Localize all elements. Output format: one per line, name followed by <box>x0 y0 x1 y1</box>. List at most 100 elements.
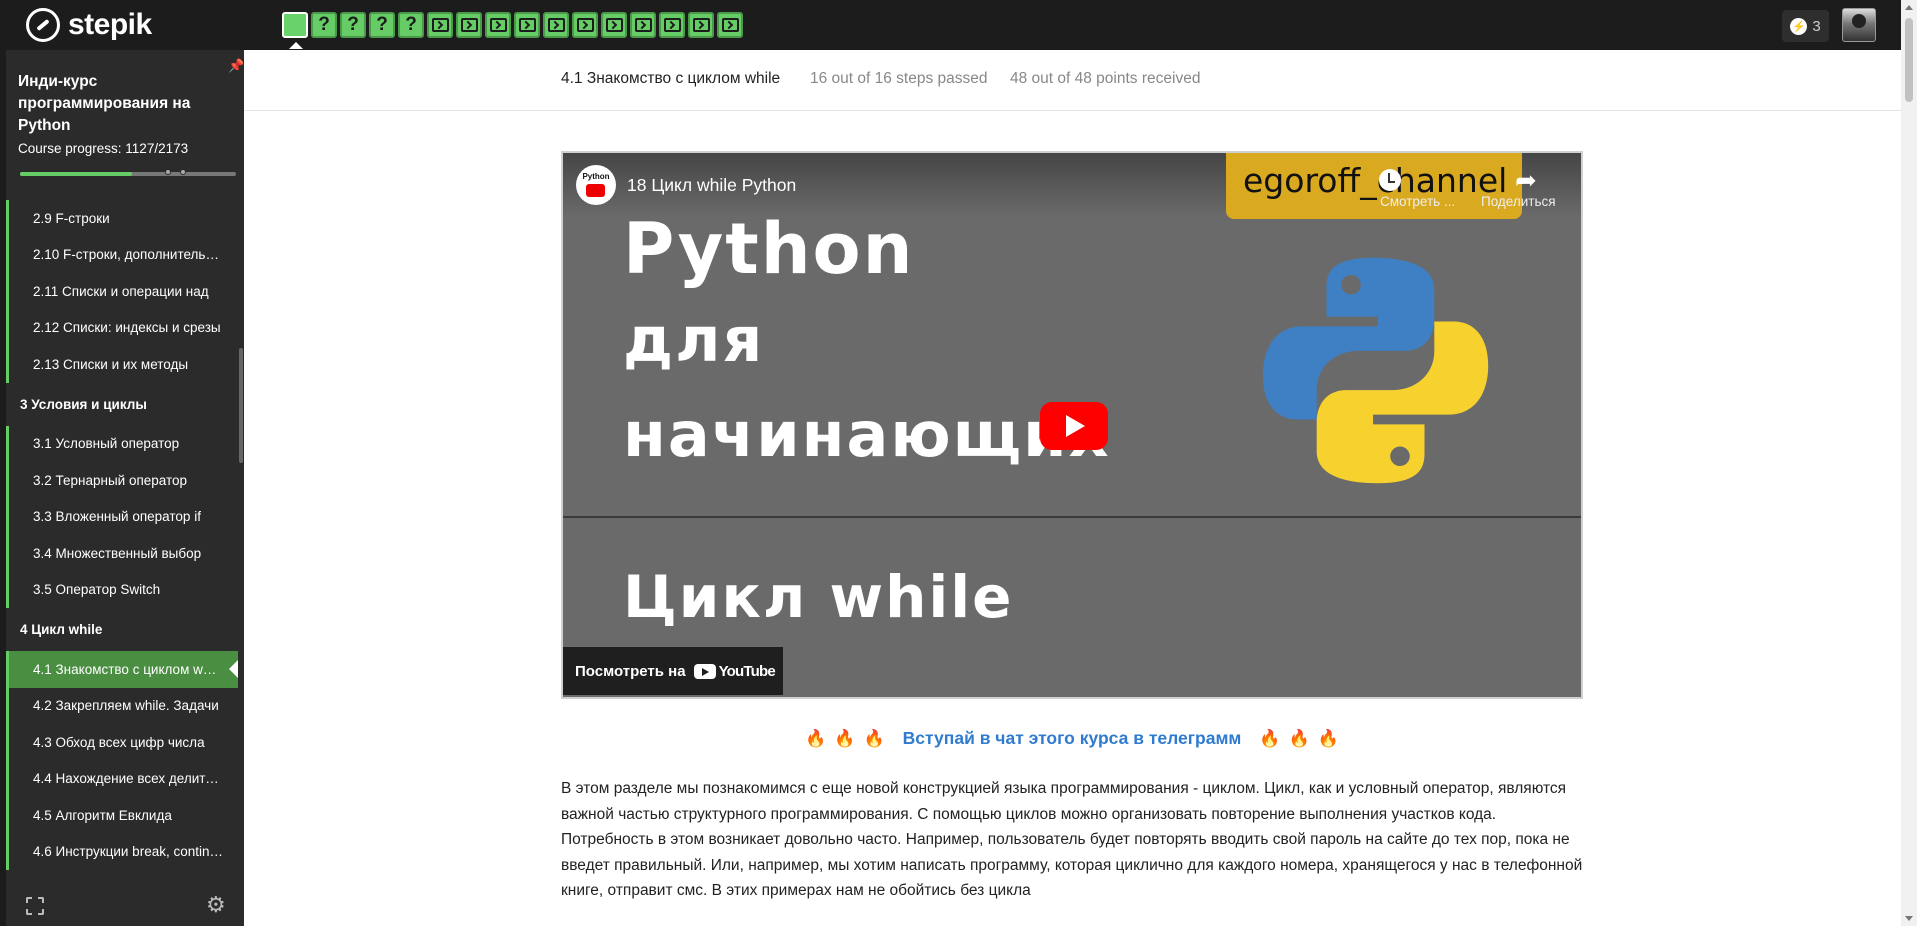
page-scrollbar[interactable] <box>1901 0 1917 926</box>
course-title[interactable]: Инди-курс программирования на Python <box>18 71 218 137</box>
sidebar-item-label: 2.11 Списки и операции над <box>33 283 209 299</box>
telegram-chat-link[interactable]: Вступай в чат этого курса в телеграмм <box>903 728 1242 749</box>
energy-counter[interactable]: ⚡ 3 <box>1782 10 1829 42</box>
step-10-code[interactable] <box>543 12 569 38</box>
terminal-icon <box>489 18 507 32</box>
step-13-code[interactable] <box>630 12 656 38</box>
step-14-code[interactable] <box>659 12 685 38</box>
course-progress-label: Course progress: 1127/2173 <box>18 141 189 156</box>
sidebar-lesson-item[interactable]: 4.5 Алгоритм Евклида <box>6 797 238 834</box>
fire-icon: 🔥 <box>1259 728 1281 748</box>
energy-count: 3 <box>1812 17 1821 35</box>
lesson-header: 4.1 Знакомство с циклом while 16 out of … <box>244 50 1901 111</box>
sidebar-lesson-item[interactable]: 3.1 Условный оператор <box>6 425 238 462</box>
sidebar-lesson-item[interactable]: 3.4 Множественный выбор <box>6 535 238 572</box>
stepik-logo-icon <box>26 8 60 42</box>
sidebar-section[interactable]: 3 Условия и циклы <box>6 382 238 426</box>
step-16-code[interactable] <box>717 12 743 38</box>
share-icon[interactable]: ➦ <box>1515 165 1537 196</box>
course-progress-bar <box>20 169 236 176</box>
play-button[interactable] <box>1040 402 1108 450</box>
pin-icon[interactable]: 📌 <box>228 58 244 74</box>
sidebar-lesson-item[interactable]: 4.1 Знакомство с циклом while <box>6 651 238 688</box>
sidebar-lesson-item[interactable]: 2.12 Списки: индексы и срезы <box>6 309 238 346</box>
scroll-up-arrow[interactable] <box>1905 5 1913 10</box>
step-7-code[interactable] <box>456 12 482 38</box>
page-scroll-thumb[interactable] <box>1905 18 1913 102</box>
sidebar-lesson-item[interactable]: 4.6 Инструкции break, continue <box>6 833 238 870</box>
sidebar-item-label: 4.2 Закрепляем while. Задачи <box>33 698 219 714</box>
course-sidebar: 📌 Инди-курс программирования на Python C… <box>0 50 244 926</box>
scroll-down-arrow[interactable] <box>1905 916 1913 921</box>
sidebar-item-label: 2.9 F-строки <box>33 210 110 226</box>
fire-icon: 🔥 <box>834 728 856 748</box>
sidebar-lesson-item[interactable]: 4.4 Нахождение всех делителей <box>6 760 238 797</box>
sidebar-lesson-item[interactable]: 2.10 F-строки, дополнительные <box>6 236 238 273</box>
video-title[interactable]: 18 Цикл while Python <box>627 175 796 196</box>
fullscreen-icon[interactable] <box>26 897 44 915</box>
sidebar-lesson-item[interactable]: 3.2 Тернарный оператор <box>6 462 238 499</box>
youtube-logo-icon <box>693 663 716 679</box>
watch-later-label[interactable]: Смотреть ... <box>1380 194 1455 209</box>
terminal-icon <box>518 18 536 32</box>
channel-banner-text: egoroff_channel <box>1243 161 1508 200</box>
quiz-icon: ? <box>405 14 417 35</box>
sidebar-lesson-item[interactable]: 2.11 Списки и операции над <box>6 273 238 310</box>
sidebar-section[interactable]: 4 Цикл while <box>6 608 238 651</box>
step-3-quiz[interactable]: ? <box>340 12 366 38</box>
thumbnail-line-2: для <box>623 303 765 376</box>
terminal-icon <box>692 18 710 32</box>
bolt-icon: ⚡ <box>1790 17 1808 35</box>
sidebar-lesson-item[interactable]: 2.9 F-строки <box>6 200 238 237</box>
gear-icon[interactable]: ⚙ <box>206 894 226 916</box>
lesson-title: 4.1 Знакомство с циклом while <box>561 70 781 87</box>
sidebar-item-label: 4.4 Нахождение всех делителей <box>33 771 223 787</box>
terminal-icon <box>634 18 652 32</box>
watch-later-icon[interactable] <box>1379 169 1401 191</box>
sidebar-footer: ⚙ <box>6 882 244 926</box>
lesson-paragraph: В этом разделе мы познакомимся с еще нов… <box>561 780 1583 899</box>
sidebar-scrollbar[interactable] <box>239 348 243 463</box>
sidebar-lesson-item[interactable]: 3.5 Оператор Switch <box>6 571 238 608</box>
points-received: 48 out of 48 points received <box>1010 70 1201 87</box>
sidebar-item-label: 3 Условия и циклы <box>20 396 147 412</box>
watch-on-youtube-button[interactable]: Посмотреть на YouTube <box>563 647 783 695</box>
step-1-video[interactable] <box>282 12 308 49</box>
step-12-code[interactable] <box>601 12 627 38</box>
sidebar-item-label: 4.6 Инструкции break, continue <box>33 844 223 860</box>
brand-name: stepik <box>68 8 152 41</box>
step-8-code[interactable] <box>485 12 511 38</box>
steps-passed: 16 out of 16 steps passed <box>810 70 988 87</box>
quiz-icon: ? <box>318 14 330 35</box>
terminal-icon <box>460 18 478 32</box>
step-2-quiz[interactable]: ? <box>311 12 337 38</box>
python-logo-icon <box>1262 257 1489 484</box>
sidebar-item-label: 4.3 Обход всех цифр числа <box>33 734 205 750</box>
fire-icon: 🔥 <box>1288 728 1310 748</box>
step-6-code[interactable] <box>427 12 453 38</box>
share-label[interactable]: Поделиться <box>1481 194 1556 209</box>
step-15-code[interactable] <box>688 12 714 38</box>
sidebar-lesson-item[interactable]: 4.3 Обход всех цифр числа <box>6 724 238 761</box>
user-avatar[interactable] <box>1842 8 1876 42</box>
youtube-brand-text: YouTube <box>718 662 776 680</box>
thumbnail-line-3: начинающих <box>623 398 1111 471</box>
channel-avatar-text: Python <box>582 172 610 181</box>
fire-icon: 🔥 <box>863 728 885 748</box>
step-5-quiz[interactable]: ? <box>398 12 424 38</box>
terminal-icon <box>663 18 681 32</box>
fire-icon: 🔥 <box>805 728 827 748</box>
step-11-code[interactable] <box>572 12 598 38</box>
sidebar-lesson-item[interactable]: 4.2 Закрепляем while. Задачи <box>6 687 238 724</box>
sidebar-item-label: 3.4 Множественный выбор <box>33 545 202 561</box>
channel-avatar[interactable]: Python <box>576 165 616 205</box>
stepik-logo[interactable]: stepik <box>26 8 152 42</box>
step-9-code[interactable] <box>514 12 540 38</box>
sidebar-lesson-item[interactable]: 3.3 Вложенный оператор if <box>6 498 238 535</box>
youtube-video-player[interactable]: egoroff_channel Python 18 Цикл while Pyt… <box>561 151 1583 699</box>
progress-dots <box>165 169 186 175</box>
sidebar-item-label: 2.13 Списки и их методы <box>33 356 189 372</box>
step-4-quiz[interactable]: ? <box>369 12 395 38</box>
watch-on-label: Посмотреть на <box>575 662 686 680</box>
sidebar-lesson-item[interactable]: 2.13 Списки и их методы <box>6 346 238 383</box>
